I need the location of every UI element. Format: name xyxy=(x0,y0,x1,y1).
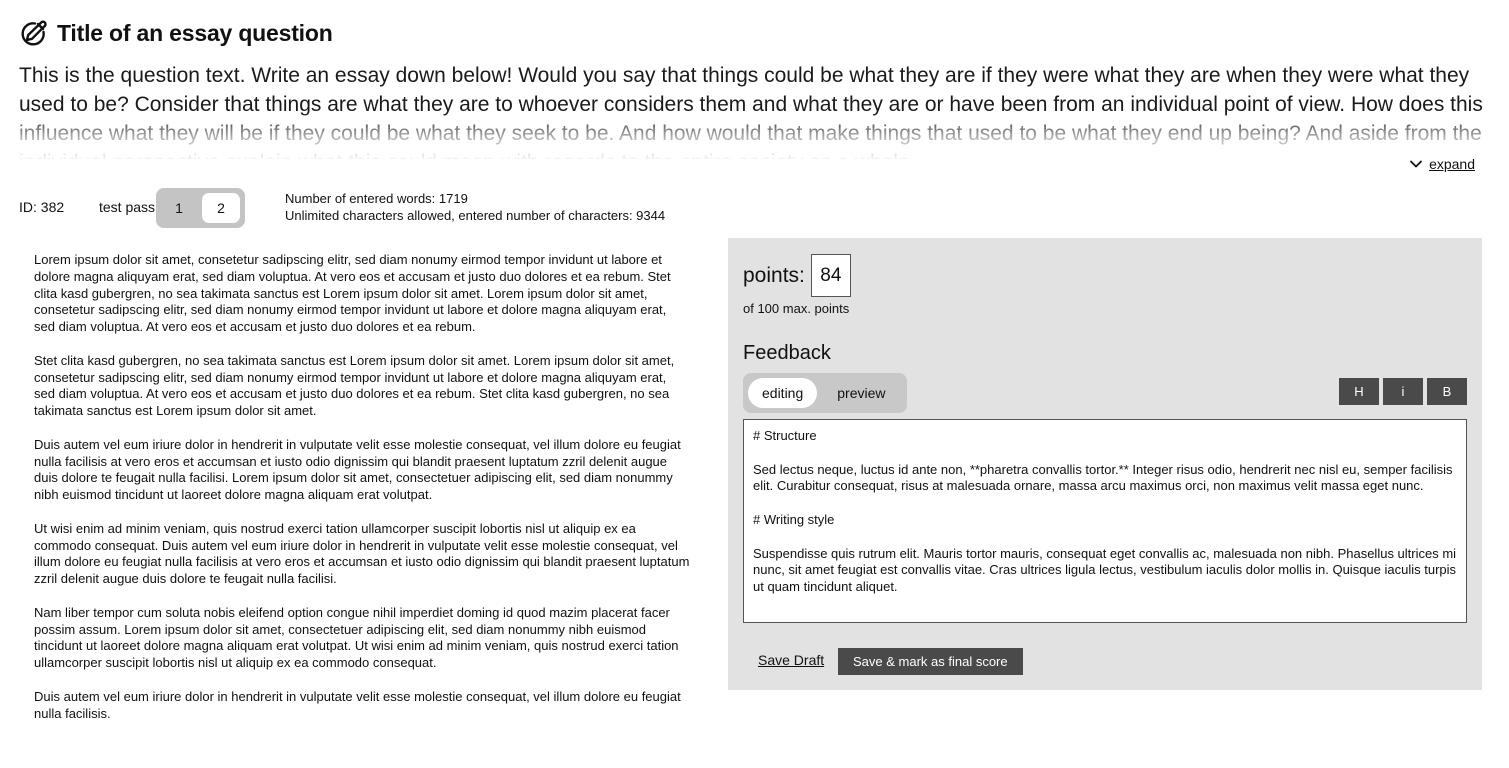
save-final-score-button[interactable]: Save & mark as final score xyxy=(838,648,1023,675)
essay-paragraph: Nam liber tempor cum soluta nobis eleife… xyxy=(34,604,679,671)
feedback-editor[interactable]: # Structure Sed lectus neque, luctus id … xyxy=(743,419,1467,623)
tab-preview[interactable]: preview xyxy=(823,378,899,408)
expand-button[interactable]: expand xyxy=(1409,156,1475,172)
tab-editing[interactable]: editing xyxy=(748,378,818,408)
essay-paragraph: Ut wisi enim ad minim veniam, quis nostr… xyxy=(34,520,690,587)
pen-edit-icon xyxy=(19,18,49,48)
submission-id: ID: 382 xyxy=(19,199,65,215)
essay-paragraph: Stet clita kasd gubergren, no sea takima… xyxy=(34,352,675,419)
essay-stats: Number of entered words: 1719 Unlimited … xyxy=(285,190,665,224)
save-draft-button[interactable]: Save Draft xyxy=(758,652,824,668)
essay-paragraph: Duis autem vel eum iriure dolor in hendr… xyxy=(34,436,681,503)
question-title: Title of an essay question xyxy=(57,19,333,46)
feedback-title: Feedback xyxy=(743,342,831,364)
max-points-text: of 100 max. points xyxy=(743,301,850,316)
test-pass-switch: 1 2 xyxy=(156,188,245,228)
essay-paragraph: Lorem ipsum dolor sit amet, consetetur s… xyxy=(34,252,671,335)
points-label: points: xyxy=(743,263,805,287)
chevron-down-icon xyxy=(1409,157,1423,171)
test-pass-option-2[interactable]: 2 xyxy=(202,193,240,223)
points-row: points: 84 xyxy=(743,254,851,297)
format-toolbar: H i B xyxy=(1339,378,1467,405)
feedback-mode-switch: editing preview xyxy=(743,373,907,413)
bold-button[interactable]: B xyxy=(1427,378,1467,405)
word-count: Number of entered words: 1719 xyxy=(285,191,468,206)
test-pass-label: test pass xyxy=(99,199,156,215)
question-header: Title of an essay question xyxy=(19,17,333,49)
italic-button[interactable]: i xyxy=(1383,378,1423,405)
heading-button[interactable]: H xyxy=(1339,378,1379,405)
essay-paragraph: Duis autem vel eum iriure dolor in hendr… xyxy=(34,688,681,721)
points-input[interactable]: 84 xyxy=(810,254,851,297)
essay-answer: Lorem ipsum dolor sit amet, consetetur s… xyxy=(34,252,690,739)
question-text: This is the question text. Write an essa… xyxy=(19,64,1483,159)
test-pass-option-1[interactable]: 1 xyxy=(160,193,198,223)
grading-panel: points: 84 of 100 max. points Feedback e… xyxy=(728,238,1482,690)
expand-label: expand xyxy=(1429,156,1475,172)
essay-grading-page: Title of an essay question This is the q… xyxy=(0,0,1509,768)
character-count: Unlimited characters allowed, entered nu… xyxy=(285,208,666,223)
